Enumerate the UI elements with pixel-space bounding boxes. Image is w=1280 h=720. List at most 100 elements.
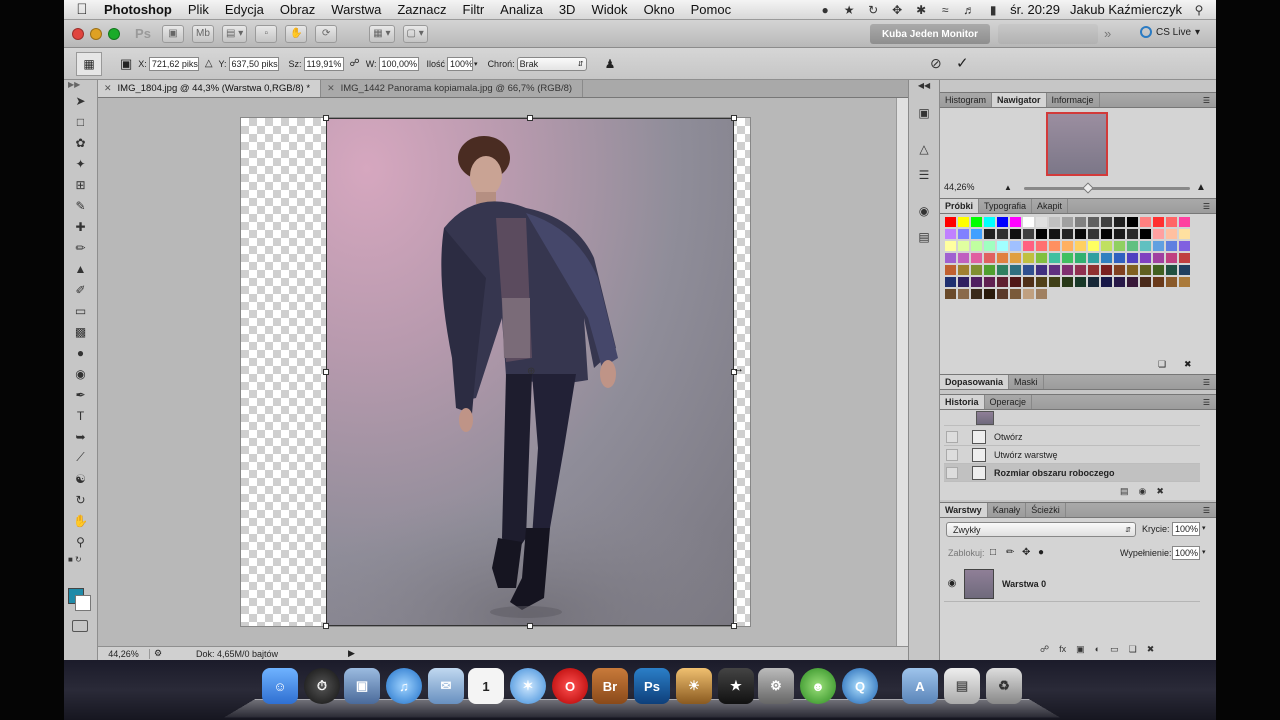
menubar-user[interactable]: Jakub Kaźmierczyk — [1070, 2, 1182, 17]
status-menu-icon[interactable]: ▶ — [348, 648, 355, 659]
color-swatch[interactable] — [1139, 216, 1152, 228]
clone-source-panel-icon[interactable]: △ — [909, 136, 939, 162]
transform-handle-tl[interactable] — [323, 115, 329, 121]
document-canvas[interactable]: ⊕ ↔ — [241, 115, 750, 629]
color-swatch[interactable] — [1100, 252, 1113, 264]
color-swatch[interactable] — [1139, 240, 1152, 252]
bridge-launch-button[interactable]: ▣ — [162, 24, 184, 43]
dock-dashboard-icon[interactable]: ⏱ — [304, 668, 340, 704]
color-swatch[interactable] — [1139, 228, 1152, 240]
clone-stamp-tool-icon[interactable]: ▲ — [64, 258, 97, 279]
transform-handle-tr[interactable] — [731, 115, 737, 121]
amount-dropdown-icon[interactable]: ▾ — [474, 60, 478, 68]
color-swatch[interactable] — [944, 288, 957, 300]
background-color-swatch[interactable] — [75, 595, 91, 611]
new-layer-icon[interactable]: ❏ — [1129, 644, 1137, 658]
lock-all-icon[interactable]: ● — [1038, 547, 1044, 558]
dock-bridge-icon[interactable]: Br — [592, 668, 628, 704]
color-swatch[interactable] — [983, 288, 996, 300]
color-swatch[interactable] — [970, 240, 983, 252]
layer-style-icon[interactable]: fx — [1059, 644, 1066, 658]
color-swatch[interactable] — [996, 216, 1009, 228]
history-item-canvas-size[interactable]: Rozmiar obszaru roboczego — [944, 464, 1200, 482]
panel-menu-icon[interactable]: ☰ — [1203, 199, 1216, 213]
dock-itunes-icon[interactable]: ♫ — [386, 668, 422, 704]
lock-image-icon[interactable]: ✏ — [1006, 547, 1014, 558]
quick-mask-icon[interactable] — [72, 620, 88, 632]
dock-mail-icon[interactable]: ✉ — [428, 668, 464, 704]
reference-point-marker-icon[interactable]: ⊕ — [527, 366, 535, 377]
hand-tool-icon[interactable]: ✋ — [64, 510, 97, 531]
line-tool-icon[interactable]: ⟋ — [64, 447, 97, 468]
menu-pomoc[interactable]: Pomoc — [683, 2, 739, 17]
zoom-in-icon[interactable]: ▲ — [1196, 182, 1206, 193]
color-swatch[interactable] — [970, 252, 983, 264]
color-swatch[interactable] — [1009, 288, 1022, 300]
color-swatch[interactable] — [1061, 228, 1074, 240]
eraser-tool-icon[interactable]: ▭ — [64, 300, 97, 321]
dock-iphoto-icon[interactable]: ☀ — [676, 668, 712, 704]
color-swatch[interactable] — [1009, 264, 1022, 276]
dock-system-preferences-icon[interactable]: ⚙ — [758, 668, 794, 704]
transform-handle-br[interactable] — [731, 623, 737, 629]
color-swatch[interactable] — [1035, 288, 1048, 300]
3d-rotate-tool-icon[interactable]: ☯ — [64, 468, 97, 489]
color-swatch[interactable] — [996, 264, 1009, 276]
y-input[interactable]: 637,50 piks — [228, 56, 279, 71]
tab-typografia[interactable]: Typografia — [979, 199, 1033, 213]
masks-panel-icon[interactable]: ▤ — [909, 224, 939, 250]
lock-position-icon[interactable]: ✥ — [1022, 547, 1030, 558]
color-swatch[interactable] — [1165, 276, 1178, 288]
minimize-window-button[interactable] — [90, 27, 102, 40]
dock-preview-icon[interactable]: ▣ — [344, 668, 380, 704]
color-swatch[interactable] — [1035, 276, 1048, 288]
fill-dropdown-icon[interactable]: ▾ — [1202, 548, 1206, 556]
cancel-transform-icon[interactable]: ⊘ — [930, 55, 942, 72]
color-swatch[interactable] — [944, 228, 957, 240]
transform-handle-tc[interactable] — [527, 115, 533, 121]
color-swatch[interactable] — [1009, 216, 1022, 228]
height-input[interactable]: 100,00% — [378, 56, 419, 71]
dodge-tool-icon[interactable]: ◉ — [64, 363, 97, 384]
brush-tool-icon[interactable]: ✏ — [64, 237, 97, 258]
battery-icon[interactable]: ▮ — [986, 3, 1000, 17]
add-mask-icon[interactable]: ▣ — [1076, 644, 1085, 658]
dock-trash-icon[interactable]: ♻ — [986, 668, 1022, 704]
transform-handle-bc[interactable] — [527, 623, 533, 629]
color-swatch[interactable] — [970, 228, 983, 240]
time-machine-icon[interactable]: ↻ — [866, 3, 880, 17]
gradient-tool-icon[interactable]: ▩ — [64, 321, 97, 342]
color-swatch[interactable] — [1074, 216, 1087, 228]
opacity-input[interactable]: 100% — [1172, 522, 1200, 536]
color-swatch[interactable] — [1035, 216, 1048, 228]
tab-sciezki[interactable]: Ścieżki — [1026, 503, 1066, 517]
color-swatch[interactable] — [1126, 216, 1139, 228]
color-swatch[interactable] — [1022, 288, 1035, 300]
history-source-checkbox[interactable] — [946, 466, 958, 479]
styles-panel-icon[interactable]: ◉ — [909, 198, 939, 224]
dock-photoshop-icon[interactable]: Ps — [634, 668, 670, 704]
color-swatch[interactable] — [996, 228, 1009, 240]
color-swatch[interactable] — [1139, 264, 1152, 276]
brush-preset-panel-icon[interactable]: ☰ — [909, 162, 939, 188]
color-swatch[interactable] — [1100, 240, 1113, 252]
color-swatch[interactable] — [957, 240, 970, 252]
color-swatch[interactable] — [1048, 264, 1061, 276]
bluetooth-icon[interactable]: ★ — [842, 3, 856, 17]
tab-navigator[interactable]: Nawigator — [992, 93, 1047, 107]
color-swatch[interactable] — [1113, 240, 1126, 252]
reference-point-icon[interactable]: ▣ — [120, 56, 132, 72]
dock-safari-icon[interactable]: ✶ — [510, 668, 546, 704]
link-layers-icon[interactable]: ☍ — [1040, 644, 1049, 658]
color-swatch[interactable] — [1061, 240, 1074, 252]
color-swatch[interactable] — [1178, 240, 1191, 252]
tab-informacje[interactable]: Informacje — [1047, 93, 1100, 107]
color-swatch[interactable] — [1113, 264, 1126, 276]
protect-skin-icon[interactable]: ♟ — [605, 57, 616, 71]
color-swatch[interactable] — [1048, 252, 1061, 264]
color-swatch[interactable] — [1009, 240, 1022, 252]
color-swatch[interactable] — [1165, 216, 1178, 228]
arrange-documents-button[interactable]: ▦ ▾ — [369, 24, 395, 43]
hand-tool-button[interactable]: ✋ — [285, 24, 308, 43]
color-swatch[interactable] — [944, 264, 957, 276]
